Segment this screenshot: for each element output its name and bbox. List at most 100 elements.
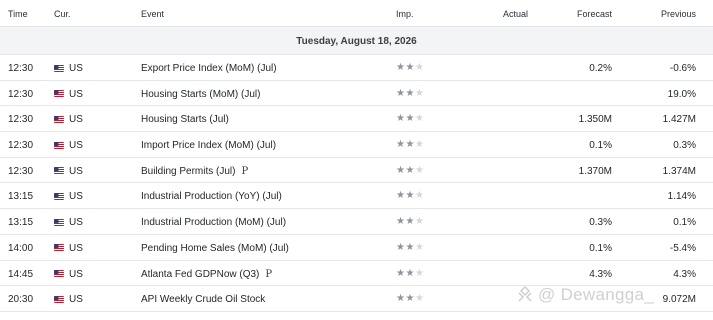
row-forecast: 1.350M — [578, 114, 612, 126]
row-event[interactable]: API Weekly Crude Oil Stock — [141, 294, 265, 305]
event-name[interactable]: Building Permits (Jul) — [141, 166, 235, 177]
row-currency: US — [69, 63, 83, 74]
header-forecast[interactable]: Forecast — [552, 9, 612, 19]
table-row[interactable]: 12:30 US Import Price Index (MoM) (Jul) … — [0, 132, 713, 158]
event-name[interactable]: Import Price Index (MoM) (Jul) — [141, 140, 276, 151]
importance-stars: ★★★ — [396, 165, 424, 176]
event-name[interactable]: Housing Starts (Jul) — [141, 114, 229, 125]
row-event[interactable]: Atlanta Fed GDPNow (Q3) P — [141, 269, 272, 280]
row-forecast: 0.3% — [589, 217, 612, 229]
table-row[interactable]: 12:30 US Building Permits (Jul) P ★★★ 1.3… — [0, 158, 713, 184]
star-filled-icon: ★ — [405, 293, 415, 305]
row-previous: 1.374M — [662, 165, 696, 177]
row-previous: 0.3% — [673, 140, 696, 152]
event-name[interactable]: API Weekly Crude Oil Stock — [141, 294, 265, 305]
star-filled-icon: ★ — [405, 216, 415, 228]
event-name[interactable]: Pending Home Sales (MoM) (Jul) — [141, 243, 289, 254]
star-empty-icon: ★ — [414, 216, 425, 228]
event-name[interactable]: Export Price Index (MoM) (Jul) — [141, 63, 277, 74]
star-filled-icon: ★ — [405, 267, 415, 279]
star-empty-icon: ★ — [414, 62, 425, 73]
us-flag-icon — [54, 90, 64, 98]
table-row[interactable]: 12:30 US Housing Starts (MoM) (Jul) ★★★ … — [0, 81, 713, 107]
row-event[interactable]: Building Permits (Jul) P — [141, 166, 248, 177]
row-currency: US — [69, 114, 83, 126]
row-event[interactable]: Housing Starts (MoM) (Jul) — [141, 89, 260, 100]
row-event[interactable]: Industrial Production (MoM) (Jul) — [141, 217, 286, 228]
header-currency[interactable]: Cur. — [54, 9, 71, 19]
watermark-logo-icon — [518, 286, 532, 302]
row-time: 12:30 — [8, 63, 34, 74]
importance-stars: ★★★ — [396, 113, 424, 124]
table-header: Time Cur. Event Imp. Actual Forecast Pre… — [0, 0, 713, 27]
table-row[interactable]: 14:45 US Atlanta Fed GDPNow (Q3) P ★★★ 4.… — [0, 261, 713, 287]
row-event[interactable]: Import Price Index (MoM) (Jul) — [141, 140, 276, 151]
row-event[interactable]: Export Price Index (MoM) (Jul) — [141, 63, 277, 74]
row-currency: US — [69, 242, 83, 254]
star-filled-icon: ★ — [405, 87, 415, 99]
header-previous[interactable]: Previous — [636, 9, 696, 19]
row-previous: 1.427M — [662, 114, 696, 126]
us-flag-icon — [54, 218, 64, 226]
currency-flag — [54, 141, 64, 149]
event-name[interactable]: Industrial Production (YoY) (Jul) — [141, 191, 282, 202]
table-row[interactable]: 12:30 US Housing Starts (Jul) ★★★ 1.350M… — [0, 106, 713, 133]
star-empty-icon: ★ — [414, 267, 425, 279]
currency-flag — [54, 270, 64, 277]
us-flag-icon — [54, 244, 64, 252]
row-previous: 4.3% — [673, 268, 696, 280]
star-empty-icon: ★ — [414, 139, 425, 151]
row-previous: 1.14% — [667, 191, 696, 203]
currency-flag — [54, 64, 64, 72]
star-filled-icon: ★ — [405, 139, 415, 151]
row-forecast: 4.3% — [589, 268, 612, 280]
header-actual[interactable]: Actual — [482, 9, 528, 19]
importance-stars: ★★★ — [396, 139, 424, 150]
header-event[interactable]: Event — [141, 9, 164, 19]
table-row[interactable]: 13:15 US Industrial Production (YoY) (Ju… — [0, 183, 713, 210]
row-event[interactable]: Housing Starts (Jul) — [141, 114, 229, 125]
row-currency: US — [69, 165, 83, 177]
star-empty-icon: ★ — [414, 190, 425, 202]
star-empty-icon: ★ — [414, 241, 425, 253]
importance-stars: ★★★ — [396, 216, 424, 227]
row-time: 12:30 — [8, 165, 34, 177]
row-forecast: 1.370M — [578, 165, 612, 177]
row-forecast: 0.1% — [589, 140, 612, 152]
row-currency: US — [69, 217, 83, 229]
preliminary-icon: P — [241, 165, 249, 177]
table-row[interactable]: 13:15 US Industrial Production (MoM) (Ju… — [0, 209, 713, 235]
table-row[interactable]: 14:00 US Pending Home Sales (MoM) (Jul) … — [0, 235, 713, 261]
star-empty-icon: ★ — [414, 87, 425, 99]
currency-flag — [54, 115, 64, 123]
date-label: Tuesday, August 18, 2026 — [296, 36, 417, 47]
importance-stars: ★★★ — [396, 88, 424, 99]
event-name[interactable]: Industrial Production (MoM) (Jul) — [141, 217, 286, 228]
header-time[interactable]: Time — [8, 9, 28, 19]
event-name[interactable]: Atlanta Fed GDPNow (Q3) — [141, 269, 259, 280]
watermark: @ Dewangga_ — [516, 285, 654, 305]
currency-flag — [54, 244, 64, 252]
table-row[interactable]: 12:30 US Export Price Index (MoM) (Jul) … — [0, 55, 713, 81]
importance-stars: ★★★ — [396, 268, 424, 279]
event-name[interactable]: Housing Starts (MoM) (Jul) — [141, 89, 260, 100]
importance-stars: ★★★ — [396, 62, 424, 73]
row-time: 14:45 — [8, 268, 34, 280]
currency-flag — [54, 167, 64, 175]
row-currency: US — [69, 268, 83, 280]
watermark-text: @ Dewangga_ — [538, 285, 655, 304]
date-group-row: Tuesday, August 18, 2026 — [0, 27, 713, 55]
star-filled-icon: ★ — [405, 164, 415, 176]
row-time: 14:00 — [8, 242, 34, 254]
row-time: 12:30 — [8, 88, 34, 100]
row-time: 20:30 — [8, 294, 34, 306]
row-time: 12:30 — [8, 114, 34, 126]
row-event[interactable]: Industrial Production (YoY) (Jul) — [141, 191, 282, 202]
header-importance[interactable]: Imp. — [396, 9, 414, 19]
row-event[interactable]: Pending Home Sales (MoM) (Jul) — [141, 243, 289, 254]
row-previous: 19.0% — [667, 88, 696, 100]
currency-flag — [54, 90, 64, 98]
row-time: 13:15 — [8, 191, 34, 203]
us-flag-icon — [54, 295, 64, 303]
row-forecast: 0.1% — [589, 242, 612, 254]
